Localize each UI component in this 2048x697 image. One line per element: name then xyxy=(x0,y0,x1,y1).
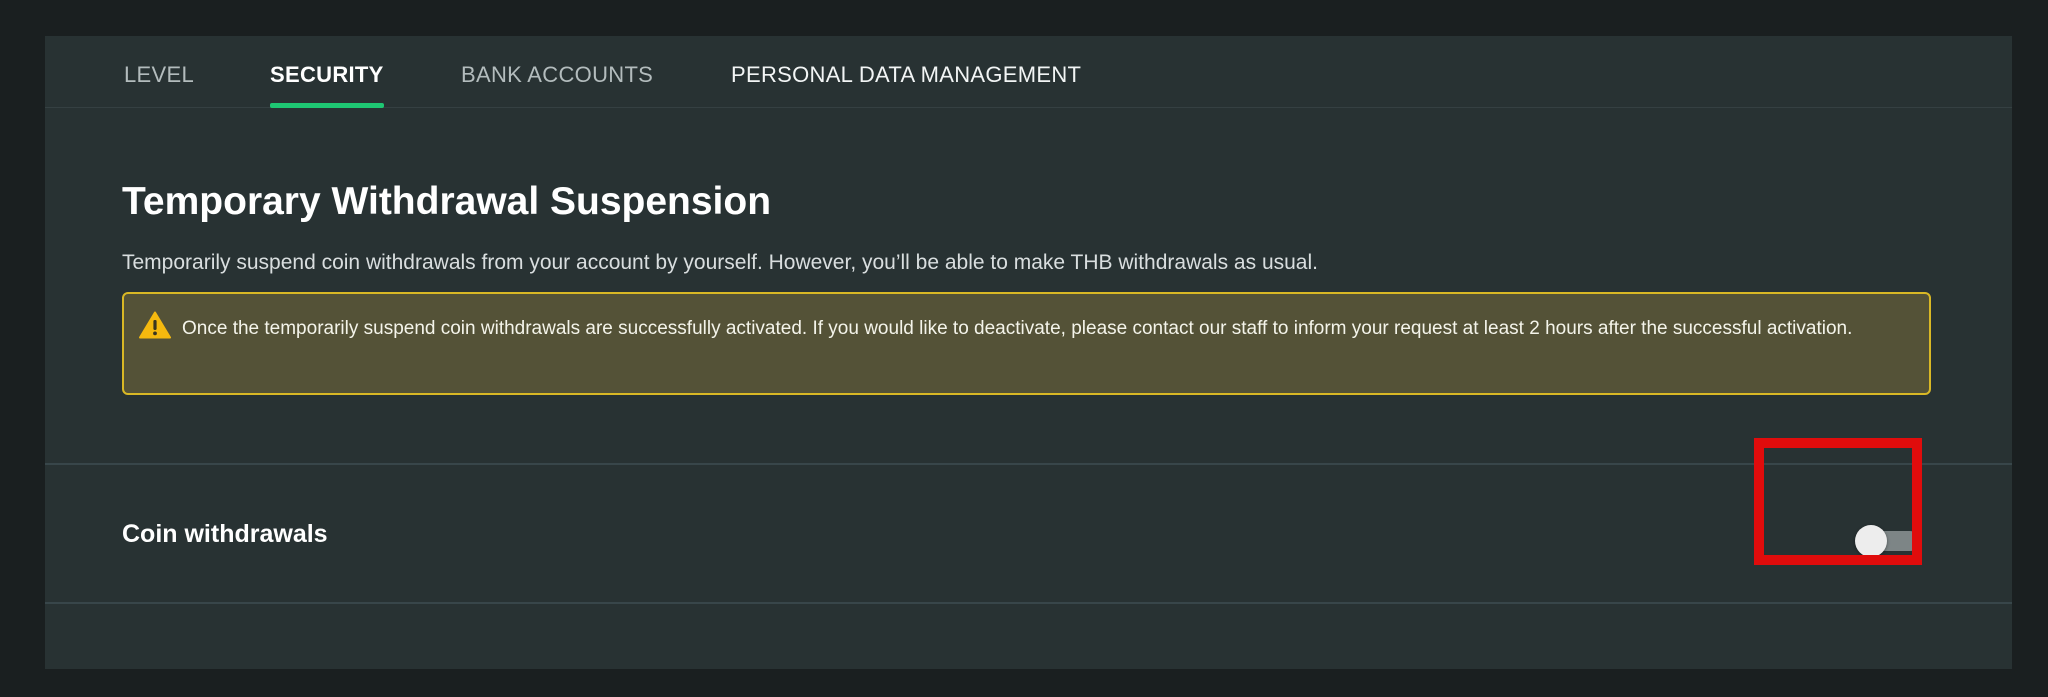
active-tab-indicator xyxy=(270,103,384,108)
tab-security-label: SECURITY xyxy=(270,62,384,87)
settings-card: LEVEL SECURITY BANK ACCOUNTS PERSONAL DA… xyxy=(45,36,2012,669)
warning-triangle-icon xyxy=(139,311,171,339)
tab-bank-accounts-label: BANK ACCOUNTS xyxy=(461,62,654,87)
tab-level-label: LEVEL xyxy=(124,62,194,87)
section-description: Temporarily suspend coin withdrawals fro… xyxy=(122,251,1318,274)
tab-bank-accounts[interactable]: BANK ACCOUNTS xyxy=(461,62,653,88)
tab-level[interactable]: LEVEL xyxy=(124,62,194,88)
tab-security[interactable]: SECURITY xyxy=(270,62,384,108)
tab-bar: LEVEL SECURITY BANK ACCOUNTS PERSONAL DA… xyxy=(45,36,2012,108)
warning-banner: Once the temporarily suspend coin withdr… xyxy=(122,292,1931,395)
tab-personal-data-management-label: PERSONAL DATA MANAGEMENT xyxy=(731,62,1082,87)
warning-text: Once the temporarily suspend coin withdr… xyxy=(182,318,1853,339)
row-divider-bottom xyxy=(45,602,2012,604)
highlight-box xyxy=(1754,438,1922,565)
row-divider-top xyxy=(45,463,2012,465)
coin-withdrawals-label: Coin withdrawals xyxy=(122,520,328,548)
tab-personal-data-management[interactable]: PERSONAL DATA MANAGEMENT xyxy=(731,62,1081,88)
section-title: Temporary Withdrawal Suspension xyxy=(122,180,772,223)
